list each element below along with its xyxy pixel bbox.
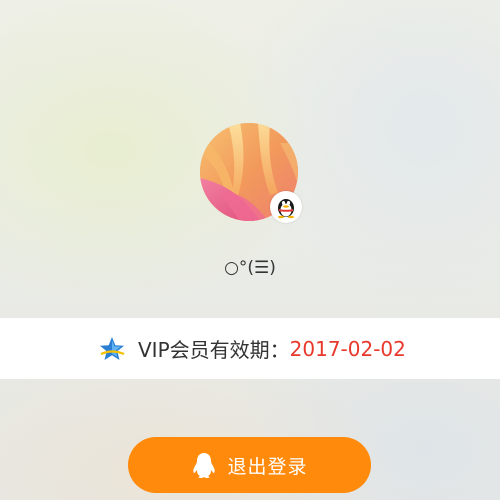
qq-penguin-icon (193, 453, 216, 478)
logout-label: 退出登录 (227, 455, 308, 478)
vip-row: VIP会员有效期： 2017-02-02 (98, 318, 406, 379)
star-icon (100, 336, 125, 360)
nickname: ○°(☰) (224, 258, 276, 278)
vip-expiry-date: 2017-02-02 (289, 336, 406, 361)
vip-bar: VIP会员有效期： 2017-02-02 (0, 318, 500, 379)
logout-button[interactable]: 退出登录 (128, 437, 371, 493)
qq-penguin-icon (278, 199, 294, 219)
profile-section: ○°(☰) (0, 0, 500, 318)
qq-badge (270, 191, 302, 223)
vip-label: VIP会员有效期： (138, 338, 290, 362)
